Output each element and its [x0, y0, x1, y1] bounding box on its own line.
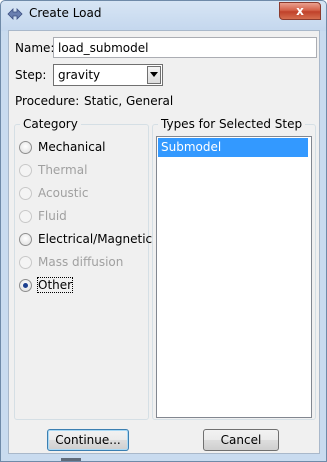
category-title: Category: [20, 117, 81, 131]
close-button[interactable]: x: [279, 2, 321, 20]
dropdown-arrow-button[interactable]: [147, 66, 161, 84]
name-field[interactable]: [53, 37, 317, 58]
step-dropdown[interactable]: gravity: [53, 64, 163, 86]
close-icon: x: [296, 4, 304, 18]
types-title: Types for Selected Step: [158, 117, 306, 131]
create-load-dialog: Create Load x Name: Step: gravity Proced…: [0, 0, 327, 462]
continue-button[interactable]: Continue...: [47, 429, 129, 451]
abaqus-app-icon: [7, 7, 23, 21]
title-bar[interactable]: Create Load x: [1, 1, 326, 27]
step-value: gravity: [58, 68, 101, 82]
radio-label: Fluid: [38, 209, 67, 223]
radio-button: [19, 256, 32, 269]
name-label: Name:: [15, 41, 55, 55]
radio-label: Other: [36, 277, 74, 293]
cancel-button[interactable]: Cancel: [203, 429, 279, 451]
procedure-label: Procedure:: [15, 94, 80, 108]
resize-grip[interactable]: [61, 458, 81, 461]
radio-button: [19, 210, 32, 223]
dialog-title: Create Load: [29, 6, 102, 20]
chevron-down-icon: [150, 72, 158, 77]
procedure-value: Static, General: [84, 94, 174, 108]
radio-label: Acoustic: [38, 186, 89, 200]
radio-label: Electrical/Magnetic: [38, 232, 153, 246]
radio-button: [19, 164, 32, 177]
radio-label: Thermal: [38, 163, 88, 177]
radio-button[interactable]: [19, 233, 32, 246]
radio-button: [19, 187, 32, 200]
radio-button-selected[interactable]: [19, 279, 32, 292]
dialog-body: Name: Step: gravity Procedure: Static, G…: [8, 30, 320, 454]
radio-dot: [23, 283, 28, 288]
step-label: Step:: [15, 68, 47, 82]
radio-label: Mass diffusion: [38, 255, 124, 269]
radio-label: Mechanical: [38, 140, 106, 154]
types-list[interactable]: Submodel: [156, 136, 312, 418]
radio-button[interactable]: [19, 141, 32, 154]
list-item[interactable]: Submodel: [158, 138, 308, 157]
